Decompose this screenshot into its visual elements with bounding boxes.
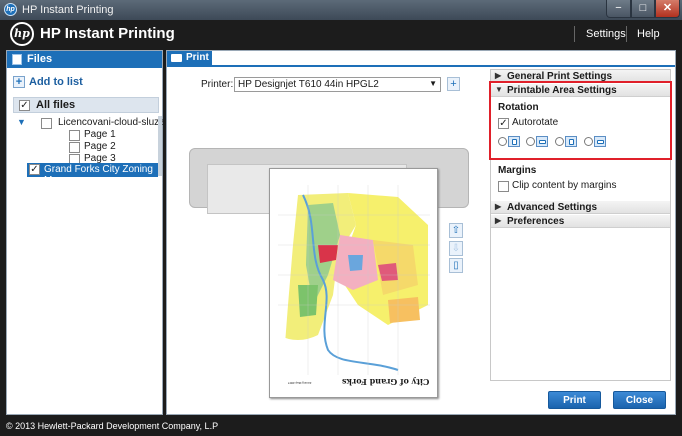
close-button[interactable]: Close bbox=[613, 391, 666, 409]
minimize-button[interactable]: − bbox=[606, 0, 631, 18]
page-preview: City of Grand Forks Zoning Map 2007 bbox=[269, 168, 438, 398]
app-header: hp HP Instant Printing Settings Help bbox=[0, 20, 682, 48]
highlight-box bbox=[489, 81, 672, 160]
preferences-header[interactable]: ▶ Preferences bbox=[491, 215, 670, 228]
tree-item-checkbox[interactable] bbox=[69, 130, 80, 141]
tree-item-checkbox[interactable] bbox=[41, 118, 52, 129]
header-divider bbox=[626, 26, 627, 42]
header-divider bbox=[574, 26, 575, 42]
printer-select[interactable]: HP Designjet T610 44in HPGL2 ▼ bbox=[234, 77, 441, 92]
add-to-list-label: Add to list bbox=[29, 76, 83, 89]
all-files-checkbox[interactable]: ✓ bbox=[19, 100, 30, 111]
files-panel-header: Files bbox=[7, 51, 162, 68]
tab-print[interactable]: Print bbox=[167, 51, 212, 65]
map-title: City of Grand Forks bbox=[342, 377, 430, 387]
file-icon bbox=[12, 54, 22, 65]
arrow-up-icon[interactable]: ⇧ bbox=[449, 223, 463, 238]
tree-item-checkbox[interactable]: ✓ bbox=[29, 164, 40, 175]
all-files-label: All files bbox=[36, 99, 76, 111]
tree-item-label: Grand Forks City Zoning Ma bbox=[44, 164, 153, 177]
hp-logo-icon: hp bbox=[10, 22, 34, 46]
window-titlebar: hp HP Instant Printing − □ ✕ bbox=[0, 0, 682, 20]
files-panel-title: Files bbox=[27, 53, 53, 65]
section-title: Advanced Settings bbox=[507, 202, 598, 213]
tree-scrollbar[interactable] bbox=[158, 116, 162, 176]
map-subtitle: Zoning Map 2007 bbox=[288, 381, 312, 385]
dropdown-arrow-icon: ▼ bbox=[429, 79, 437, 88]
tab-print-label: Print bbox=[186, 52, 209, 63]
add-icon: + bbox=[13, 76, 25, 89]
arrow-down-icon[interactable]: ⇩ bbox=[449, 241, 463, 256]
app-title: HP Instant Printing bbox=[40, 25, 175, 42]
hp-app-icon: hp bbox=[4, 3, 17, 16]
clip-content-checkbox[interactable] bbox=[498, 181, 509, 192]
close-window-button[interactable]: ✕ bbox=[655, 0, 680, 18]
add-printer-button[interactable]: + bbox=[447, 77, 460, 91]
settings-link[interactable]: Settings bbox=[586, 28, 626, 40]
tree-item-label: Page 2 bbox=[84, 141, 116, 152]
add-to-list-button[interactable]: + Add to list bbox=[13, 76, 83, 90]
section-title: Preferences bbox=[507, 216, 565, 227]
printer-label: Printer: bbox=[201, 79, 234, 90]
page-icon[interactable]: ▯ bbox=[449, 258, 463, 273]
expand-arrow-icon[interactable]: ▼ bbox=[17, 117, 26, 127]
collapse-arrow-icon: ▶ bbox=[495, 71, 502, 80]
tree-item-grand-forks-map[interactable]: ✓ Grand Forks City Zoning Ma bbox=[27, 163, 158, 177]
maximize-button[interactable]: □ bbox=[631, 0, 655, 18]
clip-content-label: Clip content by margins bbox=[512, 180, 617, 191]
printer-select-value: HP Designjet T610 44in HPGL2 bbox=[238, 79, 379, 90]
copyright-text: © 2013 Hewlett-Packard Development Compa… bbox=[6, 421, 219, 431]
help-link[interactable]: Help bbox=[637, 28, 660, 40]
print-button[interactable]: Print bbox=[548, 391, 601, 409]
collapse-arrow-icon: ▶ bbox=[495, 202, 502, 211]
tree-item-label: Page 1 bbox=[84, 129, 116, 140]
margins-heading: Margins bbox=[498, 165, 537, 176]
tab-underline bbox=[167, 65, 675, 67]
footer: © 2013 Hewlett-Packard Development Compa… bbox=[0, 418, 682, 436]
map-preview-image bbox=[278, 185, 430, 375]
collapse-arrow-icon: ▶ bbox=[495, 216, 502, 225]
files-panel: Files + Add to list ✓ All files ▼ Licenco… bbox=[6, 50, 180, 415]
advanced-settings-header[interactable]: ▶ Advanced Settings bbox=[491, 201, 670, 214]
window-title: HP Instant Printing bbox=[22, 4, 114, 16]
printer-icon bbox=[171, 54, 182, 62]
all-files-row[interactable]: ✓ All files bbox=[13, 97, 159, 113]
tree-item-checkbox[interactable] bbox=[69, 142, 80, 153]
